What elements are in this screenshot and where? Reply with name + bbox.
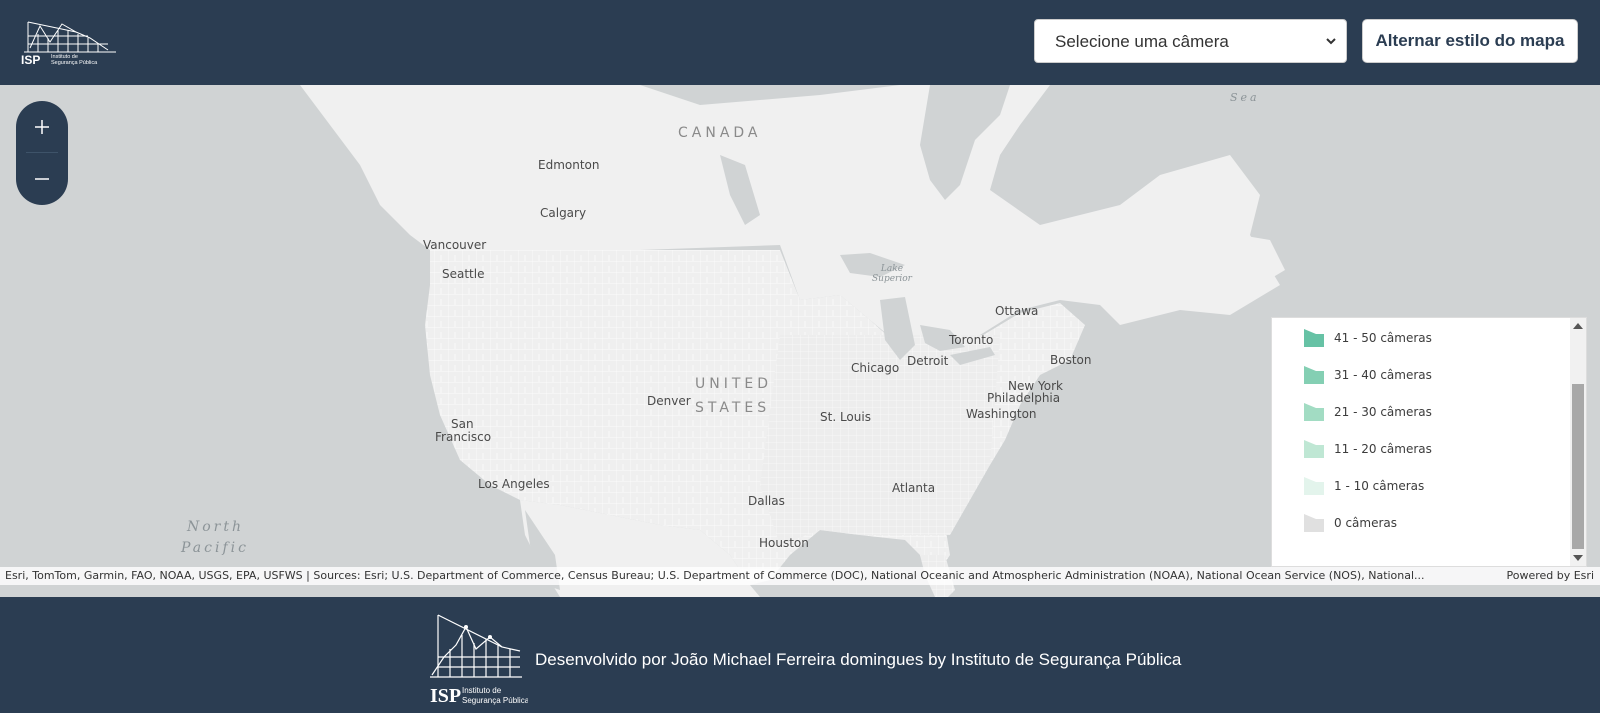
scroll-down-arrow-icon[interactable] — [1573, 555, 1583, 561]
powered-by-esri[interactable]: Powered by Esri — [1506, 567, 1594, 585]
label-north: North — [187, 519, 245, 535]
zoom-in-button[interactable] — [16, 101, 68, 153]
footer-credits: Desenvolvido por João Michael Ferreira d… — [535, 650, 1182, 669]
city-label-francisco: Francisco — [435, 430, 492, 444]
legend-item-label: 21 - 30 câmeras — [1334, 405, 1432, 419]
legend-swatch-icon — [1304, 366, 1324, 384]
city-label-seattle: Seattle — [442, 267, 485, 281]
label-sea: Sea — [1230, 91, 1260, 104]
label-states: STATES — [695, 400, 771, 416]
footer: ISP Instituto de Segurança Pública Desen… — [0, 597, 1600, 713]
camera-select-value: Selecione uma câmera — [1055, 32, 1229, 51]
city-label-los-angeles: Los Angeles — [478, 477, 550, 491]
legend-swatch-icon — [1304, 440, 1324, 458]
camera-select[interactable]: Selecione uma câmera — [1034, 19, 1347, 63]
label-united: UNITED — [695, 376, 773, 392]
label-lake: Lake — [880, 264, 904, 274]
header: ISP Instituto de Segurança Pública Selec… — [0, 0, 1600, 85]
legend-item-label: 0 câmeras — [1334, 516, 1398, 530]
legend-item-label: 31 - 40 câmeras — [1334, 368, 1432, 382]
scroll-up-arrow-icon[interactable] — [1573, 323, 1583, 329]
toggle-map-style-button[interactable]: Alternar estilo do mapa — [1362, 19, 1578, 63]
city-label-ottawa: Ottawa — [995, 304, 1039, 318]
chevron-down-icon — [1326, 38, 1336, 45]
footer-logo-isp-text: ISP — [430, 685, 461, 707]
plus-icon — [35, 120, 49, 134]
legend-item: 41 - 50 câmeras — [1302, 326, 1432, 350]
legend-scrollbar[interactable] — [1570, 318, 1586, 566]
footer-isp-logo: ISP Instituto de Segurança Pública — [428, 611, 530, 707]
label-pacific: Pacific — [181, 540, 249, 556]
legend-item: 0 câmeras — [1302, 511, 1397, 535]
legend-item: 31 - 40 câmeras — [1302, 363, 1432, 387]
city-label-washington: Washington — [966, 407, 1037, 421]
city-label-edmonton: Edmonton — [538, 158, 600, 172]
attribution-text[interactable]: Esri, TomTom, Garmin, FAO, NOAA, USGS, E… — [5, 567, 1485, 585]
city-label-calgary: Calgary — [540, 206, 587, 220]
scroll-thumb[interactable] — [1572, 384, 1584, 549]
city-label-philadelphia: Philadelphia — [987, 391, 1061, 405]
city-label-houston: Houston — [759, 536, 809, 550]
legend-panel: 41 - 50 câmeras 31 - 40 câmeras 21 - 30 câ… — [1271, 317, 1587, 567]
zoom-control — [16, 101, 68, 205]
footer-logo-subtext-1: Instituto de — [462, 686, 502, 695]
logo-isp-text: ISP — [21, 53, 40, 66]
city-label-toronto: Toronto — [949, 333, 994, 347]
label-lake-superior: Lake Superior — [872, 264, 912, 284]
legend-item-label: 1 - 10 câmeras — [1334, 479, 1425, 493]
legend-item: 21 - 30 câmeras — [1302, 400, 1432, 424]
city-label-st-louis: St. Louis — [820, 410, 871, 424]
footer-logo-subtext-2: Segurança Pública — [462, 696, 528, 705]
legend-item: 11 - 20 câmeras — [1302, 437, 1432, 461]
city-label-vancouver: Vancouver — [423, 238, 487, 252]
zoom-out-button[interactable] — [16, 153, 68, 205]
legend-item-label: 41 - 50 câmeras — [1334, 331, 1432, 345]
legend-item: 1 - 10 câmeras — [1302, 474, 1424, 498]
map-view[interactable]: CANADA UNITED STATES North Pacific Sea L… — [0, 85, 1600, 597]
city-label-denver: Denver — [647, 394, 691, 408]
city-label-san: San — [451, 417, 474, 431]
legend-swatch-icon — [1304, 477, 1324, 495]
city-label-atlanta: Atlanta — [892, 481, 936, 495]
city-label-chicago: Chicago — [851, 361, 900, 375]
city-label-boston: Boston — [1050, 353, 1092, 367]
logo-subtext-2: Segurança Pública — [51, 60, 98, 66]
legend-item-label: 11 - 20 câmeras — [1334, 442, 1432, 456]
label-superior: Superior — [872, 274, 912, 284]
city-label-dallas: Dallas — [748, 494, 785, 508]
legend-swatch-icon — [1304, 514, 1324, 532]
city-label-detroit: Detroit — [907, 354, 949, 368]
minus-icon — [35, 178, 49, 180]
map-attribution: Esri, TomTom, Garmin, FAO, NOAA, USGS, E… — [0, 567, 1600, 585]
legend-swatch-icon — [1304, 329, 1324, 347]
legend-swatch-icon — [1304, 403, 1324, 421]
label-canada: CANADA — [678, 125, 762, 141]
isp-logo: ISP Instituto de Segurança Pública — [18, 16, 118, 67]
